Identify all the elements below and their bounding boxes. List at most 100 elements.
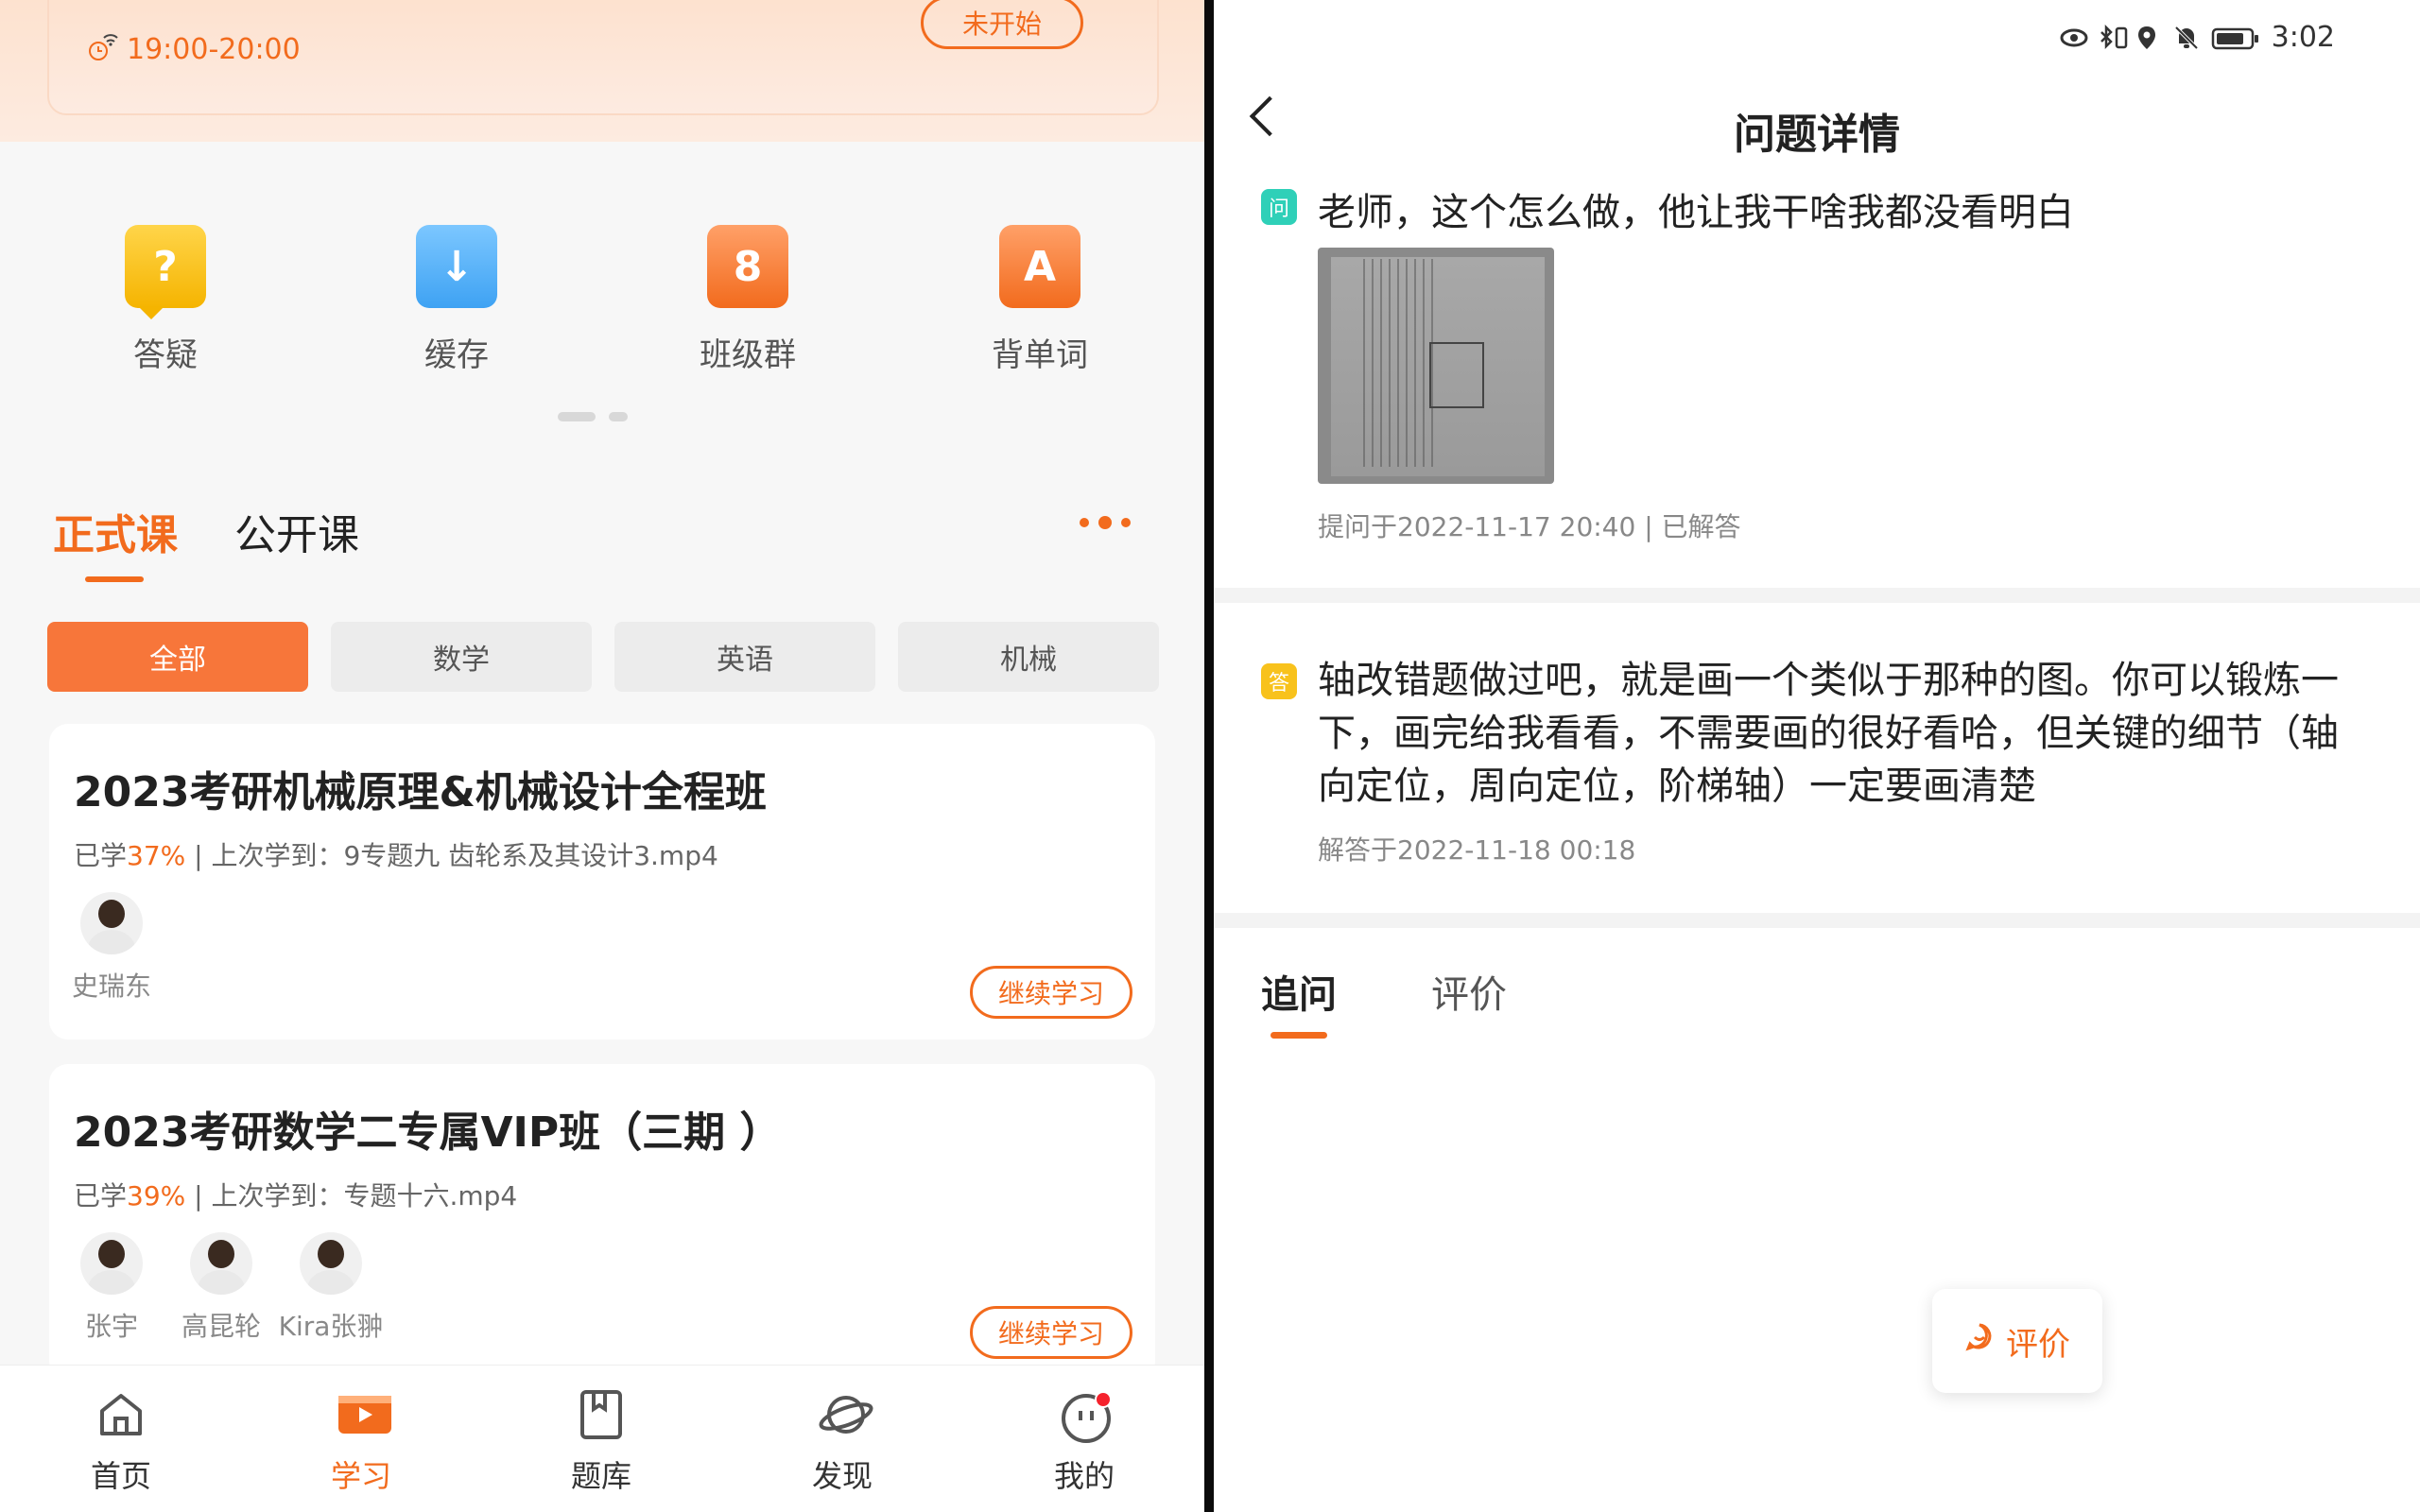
avatar xyxy=(190,1232,252,1295)
profile-icon xyxy=(1060,1390,1112,1443)
subject-filters: 全部 数学 英语 机械 xyxy=(47,622,1159,692)
image-text-lines xyxy=(1363,259,1439,467)
course-title: 2023考研数学二专属VIP班（三期 ） xyxy=(74,1108,782,1157)
course-progress: 已学39% | 上次学到：专题十六.mp4 xyxy=(74,1176,517,1213)
nav-label: 题库 xyxy=(570,1458,631,1494)
quick-action-label: 答疑 xyxy=(133,336,198,374)
answer-badge: 答 xyxy=(1261,663,1297,699)
tab-review[interactable]: 评价 xyxy=(1431,964,1507,1019)
answer-text: 轴改错题做过吧，就是画一个类似于那种的图。你可以锻炼一下，画完给我看看，不需要画… xyxy=(1318,659,2339,808)
teacher-list: 张宇 高昆轮 Kira张翀 xyxy=(74,1232,383,1344)
answer-meta: 解答于2022-11-18 00:18 xyxy=(1318,834,1636,866)
teacher-name: Kira张翀 xyxy=(278,1311,384,1342)
quick-action-vocabulary[interactable]: A 背单词 xyxy=(964,225,1115,375)
nav-label: 学习 xyxy=(330,1458,391,1494)
image-drawing xyxy=(1429,342,1484,408)
filter-mechanical[interactable]: 机械 xyxy=(898,622,1159,692)
left-pane: 19:00-20:00 未开始 ? 答疑 ↓ 缓存 8 班级群 A 背单词 正式… xyxy=(0,0,1204,1512)
teacher-name: 张宇 xyxy=(84,1311,138,1342)
live-time-text: 19:00-20:00 xyxy=(127,32,301,66)
tab-formal-course[interactable]: 正式课 xyxy=(53,501,178,582)
tab-open-course[interactable]: 公开课 xyxy=(234,501,359,561)
play-icon xyxy=(337,1390,391,1439)
nav-label: 发现 xyxy=(811,1458,873,1494)
nav-discover[interactable]: 发现 xyxy=(781,1390,904,1496)
nav-label: 首页 xyxy=(90,1458,151,1494)
progress-percent: 39% xyxy=(127,1180,186,1211)
more-icon[interactable] xyxy=(1080,516,1131,529)
progress-prefix: 已学 xyxy=(74,1180,128,1211)
bluetooth-vibrate-icon xyxy=(2098,24,2127,51)
course-card[interactable]: 2023考研数学二专属VIP班（三期 ） 已学39% | 上次学到：专题十六.m… xyxy=(49,1064,1155,1380)
question-bubble-icon: ? xyxy=(125,225,206,319)
question-badge: 问 xyxy=(1261,189,1297,225)
teacher-name: 高昆轮 xyxy=(181,1311,261,1342)
last-lesson: | 上次学到：9专题九 齿轮系及其设计3.mp4 xyxy=(185,840,718,871)
filter-all[interactable]: 全部 xyxy=(47,622,308,692)
planet-icon xyxy=(818,1390,873,1439)
course-progress: 已学37% | 上次学到：9专题九 齿轮系及其设计3.mp4 xyxy=(74,835,718,873)
class-group-icon: 8 xyxy=(707,225,788,308)
teacher-name: 史瑞东 xyxy=(71,971,151,1002)
teacher: 史瑞东 xyxy=(72,892,151,1004)
quick-action-label: 缓存 xyxy=(424,336,489,374)
bottom-nav: 首页 学习 题库 发现 我的 xyxy=(0,1365,1204,1512)
clock-wifi-icon xyxy=(87,30,121,68)
quick-action-label: 班级群 xyxy=(700,336,796,374)
teacher: 张宇 xyxy=(74,1232,149,1344)
nav-question-bank[interactable]: 题库 xyxy=(540,1390,663,1496)
continue-learning-button[interactable]: 继续学习 xyxy=(970,966,1132,1019)
quick-action-label: 背单词 xyxy=(992,336,1088,374)
live-strip: 19:00-20:00 未开始 xyxy=(0,0,1204,142)
question-image[interactable] xyxy=(1318,248,1554,484)
right-pane: 3:02 问题详情 问 老师，这个怎么做，他让我干啥我都没看明白 提问于2022… xyxy=(1214,0,2420,1512)
vocabulary-icon: A xyxy=(999,225,1080,308)
split-divider[interactable] xyxy=(1204,0,1214,1512)
question-text: 老师，这个怎么做，他让我干啥我都没看明白 xyxy=(1318,191,2074,234)
review-button[interactable]: 评价 xyxy=(1932,1289,2102,1393)
question-meta: 提问于2022-11-17 20:40 | 已解答 xyxy=(1318,511,1741,542)
divider xyxy=(1214,588,2420,603)
mute-bell-icon xyxy=(2173,25,2200,51)
quick-action-cache[interactable]: ↓ 缓存 xyxy=(381,225,532,375)
nav-study[interactable]: 学习 xyxy=(300,1390,423,1496)
divider xyxy=(1214,913,2420,928)
teacher: Kira张翀 xyxy=(279,1232,383,1344)
detail-tabs: 追问 评价 xyxy=(1261,964,1507,1039)
page-title: 问题详情 xyxy=(1734,111,1900,159)
filter-english[interactable]: 英语 xyxy=(614,622,875,692)
teacher: 高昆轮 xyxy=(182,1232,261,1344)
live-time: 19:00-20:00 xyxy=(87,30,301,68)
battery-icon xyxy=(2211,25,2260,51)
progress-prefix: 已学 xyxy=(74,840,128,871)
course-title: 2023考研机械原理&机械设计全程班 xyxy=(74,768,767,816)
course-tabs: 正式课 公开课 xyxy=(53,501,359,582)
course-card[interactable]: 2023考研机械原理&机械设计全程班 已学37% | 上次学到：9专题九 齿轮系… xyxy=(49,724,1155,1040)
quick-action-class-group[interactable]: 8 班级群 xyxy=(672,225,823,375)
quick-action-qa[interactable]: ? 答疑 xyxy=(90,225,241,375)
continue-learning-button[interactable]: 继续学习 xyxy=(970,1306,1132,1359)
download-folder-icon: ↓ xyxy=(416,225,497,308)
tab-follow-up[interactable]: 追问 xyxy=(1261,964,1337,1039)
home-icon xyxy=(96,1390,146,1439)
review-label: 评价 xyxy=(2006,1325,2070,1364)
status-time: 3:02 xyxy=(2271,21,2335,54)
live-card[interactable]: 19:00-20:00 未开始 xyxy=(47,0,1159,115)
last-lesson: | 上次学到：专题十六.mp4 xyxy=(185,1180,518,1211)
avatar xyxy=(80,892,143,954)
avatar xyxy=(80,1232,143,1295)
review-icon xyxy=(1964,1322,1995,1361)
teacher-list: 史瑞东 xyxy=(72,892,151,1004)
page-dot xyxy=(558,412,596,421)
book-icon xyxy=(577,1390,626,1439)
quick-actions: ? 答疑 ↓ 缓存 8 班级群 A 背单词 xyxy=(0,225,1204,414)
eye-icon xyxy=(2060,25,2088,51)
page-dot xyxy=(609,412,628,421)
status-bar: 3:02 xyxy=(2060,21,2335,54)
location-icon xyxy=(2135,25,2162,51)
avatar xyxy=(300,1232,362,1295)
nav-home[interactable]: 首页 xyxy=(60,1390,182,1496)
nav-mine[interactable]: 我的 xyxy=(1023,1390,1146,1496)
filter-math[interactable]: 数学 xyxy=(331,622,592,692)
live-status-button[interactable]: 未开始 xyxy=(921,0,1083,49)
